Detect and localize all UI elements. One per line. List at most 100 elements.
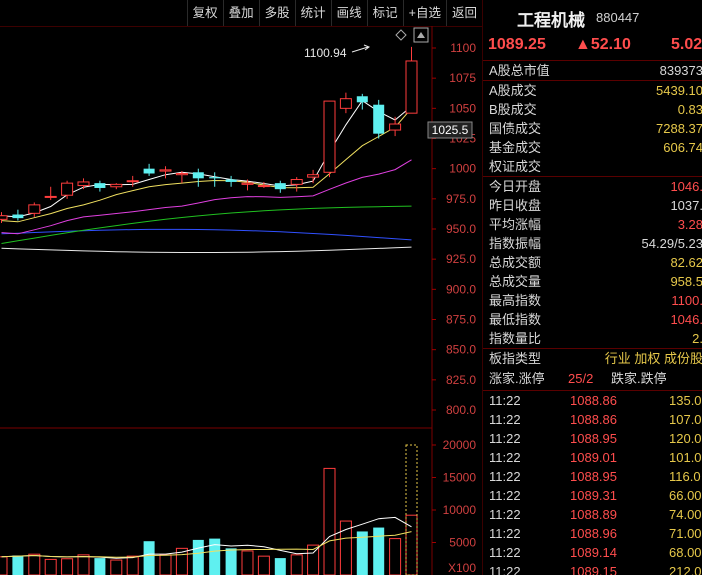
info-label: 国债成交 bbox=[489, 121, 542, 136]
tick-price: 1088.86 bbox=[570, 412, 617, 427]
price-tick-label: 950.0 bbox=[446, 222, 476, 236]
info-row: 权证成交 bbox=[483, 157, 702, 177]
tick-volume: 116.0 bbox=[669, 469, 701, 484]
tick-volume: 212.0 bbox=[669, 564, 702, 575]
volume-bar-down bbox=[274, 558, 286, 575]
toolbar-item-6[interactable]: +自选 bbox=[402, 0, 446, 26]
ma60-line bbox=[1, 205, 412, 244]
tick-time: 11:22 bbox=[489, 564, 521, 575]
info-value: 3.28 bbox=[677, 217, 702, 232]
candle-body-up bbox=[28, 204, 41, 214]
tick-volume: 135.0 bbox=[669, 393, 702, 408]
info-label: 最低指数 bbox=[489, 312, 542, 327]
tick-price: 1089.01 bbox=[570, 450, 617, 465]
updown-stats-row: 涨家.涨停 25/2 跌家.跌停 bbox=[483, 368, 702, 391]
info-value: 1046. bbox=[670, 179, 702, 194]
info-label: 平均涨幅 bbox=[489, 217, 542, 232]
last-price: 1089.25 bbox=[488, 36, 546, 53]
info-label: 板指类型 bbox=[489, 351, 542, 366]
candle-body-up bbox=[257, 185, 270, 188]
volume-bar-up bbox=[0, 556, 8, 575]
candle-body-up bbox=[159, 169, 172, 172]
tick-row: 11:22 1089.15 212.0 bbox=[483, 562, 702, 575]
tick-time: 11:22 bbox=[489, 545, 521, 560]
stock-code: 880447 bbox=[596, 10, 640, 25]
tick-volume: 120.0 bbox=[669, 431, 702, 446]
high-price-label: 1100.94 bbox=[304, 46, 347, 60]
kline-chart[interactable]: 11001075105010251000975.0950.0925.0900.0… bbox=[0, 0, 482, 575]
info-label: 昨日收盘 bbox=[489, 198, 542, 213]
volume-bar-up bbox=[110, 559, 123, 575]
info-label: 指数量比 bbox=[489, 331, 542, 346]
tick-volume: 101.0 bbox=[669, 450, 702, 465]
volume-bar-up bbox=[77, 554, 90, 575]
candle-body-up bbox=[241, 182, 254, 185]
volume-bar-up bbox=[44, 558, 57, 575]
diamond-icon bbox=[395, 29, 407, 41]
tick-time: 11:22 bbox=[489, 450, 521, 465]
candle-body-down bbox=[356, 96, 368, 103]
candle-body-up bbox=[339, 98, 352, 109]
tick-price: 1088.95 bbox=[570, 431, 617, 446]
info-value: 7288.37 bbox=[656, 121, 702, 136]
quote-panel: 工程机械 880447 1089.25 ▲52.10 5.02 A股总市值 839… bbox=[482, 0, 702, 575]
candle-body-up bbox=[126, 180, 139, 183]
info-row: 基金成交 606.74 bbox=[483, 138, 702, 157]
toolbar-item-2[interactable]: 多股 bbox=[258, 0, 295, 26]
candle-body-down bbox=[373, 104, 385, 134]
info-label: 最高指数 bbox=[489, 293, 542, 308]
info-value: 606.74 bbox=[663, 140, 702, 155]
info-label: 权证成交 bbox=[489, 159, 542, 174]
info-value: 0.83 bbox=[677, 102, 702, 117]
candle-body-down bbox=[94, 183, 106, 188]
tick-time: 11:22 bbox=[489, 488, 521, 503]
tick-list[interactable]: 11:22 1088.86 135.0 11:22 1088.86 107.0 11:22 1… bbox=[483, 391, 702, 575]
price-tick-label: 1050 bbox=[449, 101, 476, 115]
info-label: B股成交 bbox=[489, 102, 537, 117]
candle-body-up bbox=[323, 100, 336, 173]
price-row: 1089.25 ▲52.10 5.02 bbox=[483, 30, 702, 61]
info-label: 指数振幅 bbox=[489, 236, 542, 251]
toolbar-item-1[interactable]: 叠加 bbox=[222, 0, 259, 26]
tick-price: 1088.89 bbox=[570, 507, 617, 522]
kline-chart-panel[interactable]: 11001075105010251000975.0950.0925.0900.0… bbox=[0, 0, 482, 575]
info-value: 839373 bbox=[659, 63, 702, 78]
volume-tick-label: 20000 bbox=[443, 438, 477, 452]
volume-bar-down bbox=[225, 548, 237, 575]
info-row: 指数振幅 54.29/5.23 bbox=[483, 234, 702, 253]
candle-body-up bbox=[110, 183, 123, 188]
toolbar-item-7[interactable]: 返回 bbox=[445, 0, 482, 26]
price-tick-label: 900.0 bbox=[446, 282, 476, 296]
tick-row: 11:22 1089.14 68.00 bbox=[483, 543, 702, 562]
price-tick-label: 825.0 bbox=[446, 373, 476, 387]
info-value: 54.29/5.23 bbox=[641, 236, 702, 251]
tick-row: 11:22 1088.86 135.0 bbox=[483, 391, 702, 410]
toolbar-item-3[interactable]: 统计 bbox=[294, 0, 331, 26]
current-price-tag: 1025.5 bbox=[432, 123, 469, 137]
ma10-line bbox=[1, 107, 412, 223]
ma20-line bbox=[1, 159, 412, 235]
price-tick-label: 850.0 bbox=[446, 343, 476, 357]
ma5-line bbox=[1, 100, 412, 218]
info-row: 今日开盘 1046. bbox=[483, 177, 702, 196]
info-row: 指数量比 2. bbox=[483, 329, 702, 349]
candle-body-down bbox=[12, 214, 24, 219]
tick-time: 11:22 bbox=[489, 431, 521, 446]
tick-row: 11:22 1089.01 101.0 bbox=[483, 448, 702, 467]
info-label: A股总市值 bbox=[489, 63, 550, 78]
candle-body-down bbox=[225, 179, 237, 182]
volume-bar-down bbox=[209, 538, 221, 575]
info-table: A股总市值 839373 A股成交 5439.10 B股成交 0.83 国债成交 7288.3… bbox=[483, 61, 702, 368]
volume-bar-up bbox=[241, 550, 254, 575]
toolbar-item-5[interactable]: 标记 bbox=[366, 0, 403, 26]
tick-time: 11:22 bbox=[489, 412, 521, 427]
tick-volume: 68.00 bbox=[669, 545, 702, 560]
volume-bar-up bbox=[126, 555, 139, 575]
tick-price: 1088.95 bbox=[570, 469, 617, 484]
toolbar-item-0[interactable]: 复权 bbox=[186, 0, 223, 26]
toolbar-item-4[interactable]: 画线 bbox=[330, 0, 367, 26]
tick-volume: 107.0 bbox=[669, 412, 702, 427]
price-tick-label: 1075 bbox=[449, 71, 476, 85]
tick-time: 11:22 bbox=[489, 469, 521, 484]
tick-volume: 74.00 bbox=[669, 507, 702, 522]
